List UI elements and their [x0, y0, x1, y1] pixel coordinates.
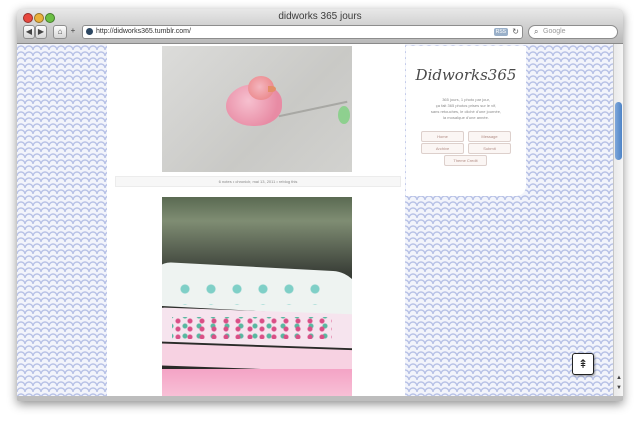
page-content: 6 notes • chroniclr, mai 13, 2011 • rebl…: [17, 44, 613, 396]
search-icon: ⌕: [534, 27, 539, 36]
posts-column: 6 notes • chroniclr, mai 13, 2011 • rebl…: [107, 44, 405, 396]
browser-window: didworks 365 jours ◀ ▶ ⌂ + http://didwor…: [17, 9, 623, 401]
address-bar[interactable]: http://didworks365.tumblr.com/ RSS ↻: [82, 25, 523, 39]
blog-description: 365 jours, 1 photo par jour, ça fait 365…: [406, 97, 526, 121]
url-text: http://didworks365.tumblr.com/: [96, 28, 191, 35]
home-icon: ⌂: [57, 27, 63, 36]
rss-icon[interactable]: RSS: [493, 28, 508, 36]
forward-icon: ▶: [37, 27, 45, 36]
add-icon: +: [70, 26, 76, 35]
post-photo-fabrics[interactable]: [162, 197, 352, 396]
nav-message-button[interactable]: Message: [468, 131, 511, 142]
blog-sidebar: Didworks365 365 jours, 1 photo par jour,…: [406, 46, 526, 196]
leaf-shape: [338, 106, 350, 124]
window-bottom-bar: [17, 396, 623, 401]
title-bar: didworks 365 jours ◀ ▶ ⌂ + http://didwor…: [17, 9, 623, 44]
scrollbar-thumb[interactable]: [615, 102, 622, 160]
search-placeholder: Google: [543, 28, 566, 35]
back-button[interactable]: ◀: [23, 25, 35, 39]
post-info[interactable]: 6 notes • chroniclr, mai 13, 2011 • rebl…: [115, 176, 401, 187]
scroll-down-icon[interactable]: ▼: [614, 384, 623, 393]
scroll-top-icon: ⇞: [577, 357, 589, 371]
scroll-up-icon[interactable]: ▲: [614, 374, 623, 383]
bird-beak: [268, 86, 276, 92]
scroll-top-button[interactable]: ⇞: [572, 353, 594, 375]
description-line: la mosaïque d'une année.: [443, 115, 489, 120]
fabric-pattern: [172, 317, 332, 339]
nav-home-button[interactable]: Home: [421, 131, 464, 142]
search-field[interactable]: ⌕ Google: [528, 25, 618, 39]
nav-theme-credit-button[interactable]: Theme Credit: [444, 155, 487, 166]
favicon: [86, 28, 93, 35]
vertical-scrollbar[interactable]: ▲ ▼: [613, 44, 623, 396]
fabric-layer: [162, 369, 352, 396]
nav-submit-button[interactable]: Submit: [468, 143, 511, 154]
reload-icon[interactable]: ↻: [512, 26, 519, 38]
fabric-pattern: [172, 279, 332, 305]
window-title: didworks 365 jours: [278, 11, 362, 22]
blog-logo[interactable]: Didworks365: [406, 66, 526, 84]
nav-archive-button[interactable]: Archive: [421, 143, 464, 154]
add-bookmark-button[interactable]: +: [68, 25, 78, 37]
back-icon: ◀: [25, 27, 33, 36]
home-button[interactable]: ⌂: [53, 25, 67, 39]
forward-button[interactable]: ▶: [35, 25, 47, 39]
post-photo-bird[interactable]: [162, 46, 352, 172]
